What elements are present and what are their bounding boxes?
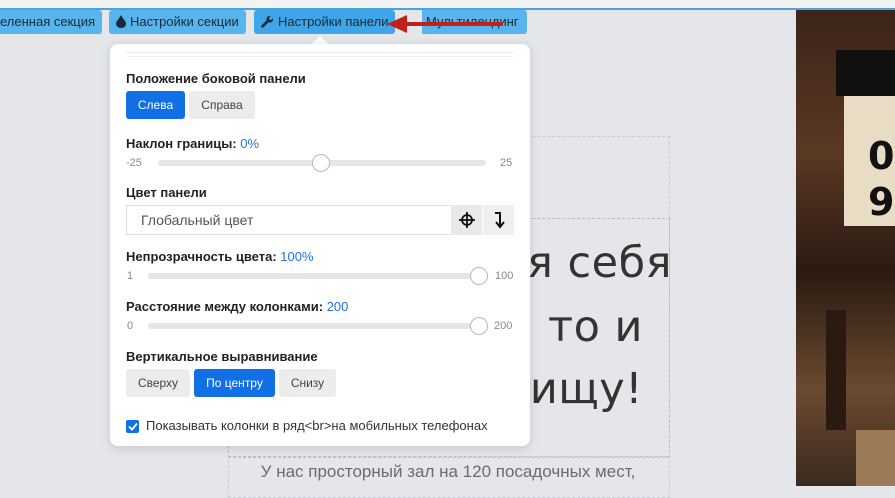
opacity-label-text: Непрозрачность цвета:	[126, 249, 277, 264]
drop-icon	[116, 15, 126, 28]
column-gap-max: 200	[494, 320, 513, 332]
opacity-max: 100	[495, 270, 514, 282]
column-gap-label: Расстояние между колонками: 200	[126, 299, 348, 314]
border-tilt-slider-handle[interactable]	[312, 154, 330, 172]
border-tilt-max: 25	[500, 157, 513, 169]
tab-section-settings[interactable]: Настройки секции	[109, 10, 246, 34]
position-left-button[interactable]: Слева	[126, 91, 185, 119]
vertical-align-label: Вертикальное выравнивание	[126, 349, 318, 364]
border-tilt-min: -25	[126, 157, 142, 169]
align-top-button[interactable]: Сверху	[126, 369, 190, 397]
hero-heading-line-2: то и	[548, 302, 643, 352]
hero-heading-line-3: ищу!	[529, 364, 643, 414]
wrench-icon	[261, 15, 274, 28]
tab-panel-settings-label: Настройки панели	[278, 14, 389, 29]
column-gap-slider[interactable]	[148, 323, 482, 329]
position-right-button[interactable]: Справа	[189, 91, 255, 119]
opacity-label: Непрозрачность цвета: 100%	[126, 249, 314, 264]
color-reset-button[interactable]	[483, 205, 514, 235]
align-bottom-button[interactable]: Снизу	[279, 369, 336, 397]
tab-section-settings-label: Настройки секции	[130, 14, 239, 29]
background-photo: 0 9	[796, 10, 895, 486]
annotation-arrow-icon	[387, 15, 503, 33]
tab-selected-section[interactable]: еленная секция	[0, 10, 103, 34]
crosshair-icon	[458, 212, 475, 228]
column-gap-value: 200	[326, 299, 349, 314]
position-label: Положение боковой панели	[126, 71, 306, 86]
column-gap-label-text: Расстояние между колонками:	[126, 299, 324, 314]
align-center-button[interactable]: По центру	[194, 369, 275, 397]
border-tilt-label-text: Наклон границы:	[126, 136, 237, 151]
tab-selected-section-label: еленная секция	[0, 14, 96, 29]
section-divider	[228, 456, 668, 457]
panel-settings-popup: Положение боковой панели Слева Справа На…	[110, 44, 530, 446]
opacity-value: 100%	[280, 249, 314, 264]
color-picker-button[interactable]	[451, 205, 482, 235]
opacity-min: 1	[127, 270, 134, 282]
popup-divider	[126, 56, 514, 57]
column-gap-min: 0	[127, 320, 134, 332]
popup-divider	[126, 52, 514, 53]
popup-caret	[312, 36, 328, 44]
panel-color-field[interactable]: Глобальный цвет	[126, 205, 451, 235]
border-tilt-label: Наклон границы: 0%	[126, 136, 259, 151]
arrow-down-icon	[494, 212, 505, 229]
top-menu-bar	[0, 0, 895, 10]
panel-color-label: Цвет панели	[126, 185, 207, 200]
opacity-slider[interactable]	[148, 273, 482, 279]
border-tilt-value: 0%	[240, 136, 260, 151]
mobile-columns-label: Показывать колонки в ряд<br>на мобильных…	[146, 418, 488, 433]
mobile-columns-checkbox[interactable]	[126, 420, 139, 433]
checkmark-icon	[127, 422, 138, 431]
column-gap-slider-handle[interactable]	[470, 317, 488, 335]
hero-subtitle: У нас просторный зал на 120 посадочных м…	[260, 462, 636, 481]
tab-panel-settings[interactable]: Настройки панели	[254, 10, 396, 34]
opacity-slider-handle[interactable]	[470, 267, 488, 285]
